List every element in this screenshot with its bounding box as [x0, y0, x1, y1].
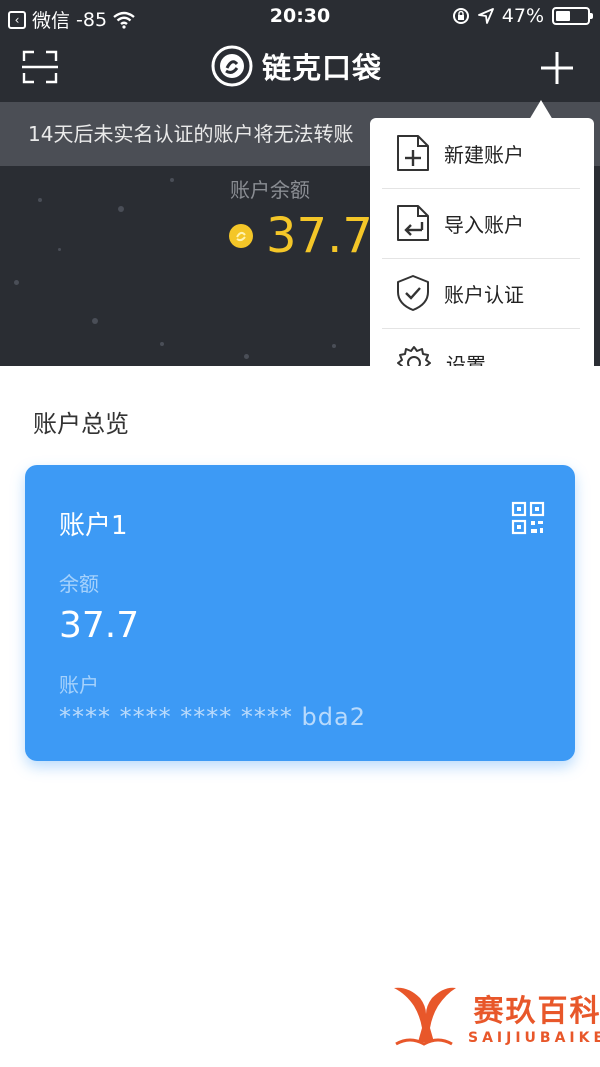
star-dot — [58, 248, 61, 251]
rotation-lock-icon — [452, 8, 469, 24]
balance-display: 37.7 — [228, 208, 373, 264]
coin-icon — [229, 224, 253, 248]
location-icon — [477, 8, 494, 24]
qr-code-icon[interactable] — [511, 501, 545, 535]
link-logo-icon — [211, 45, 253, 87]
shield-check-icon — [397, 275, 429, 311]
scan-icon[interactable] — [22, 50, 58, 84]
account-name: 账户1 — [59, 511, 128, 541]
whale-tail-logo-icon — [394, 987, 456, 1046]
battery-icon — [552, 7, 593, 25]
battery-percent: 47% — [501, 5, 544, 27]
menu-item-label: 导入账户 — [444, 212, 524, 237]
menu-item-import-account[interactable]: 导入账户 — [370, 188, 594, 258]
status-bar: ‹ 微信 -85 20:30 47% — [0, 0, 600, 34]
menu-item-label: 账户认证 — [444, 282, 524, 307]
watermark: 赛玖百科 SAIJIUBAIKE — [390, 984, 600, 1048]
watermark-en: SAIJIUBAIKE — [468, 1030, 600, 1046]
add-icon[interactable] — [538, 49, 576, 87]
menu-item-new-account[interactable]: 新建账户 — [370, 118, 594, 188]
file-add-icon — [397, 135, 429, 171]
star-dot — [92, 318, 98, 324]
overview-title: 账户总览 — [33, 410, 129, 438]
gear-icon — [397, 346, 431, 366]
star-dot — [14, 280, 19, 285]
menu-item-label: 新建账户 — [444, 142, 524, 167]
account-caption: 账户 — [59, 673, 99, 697]
nav-bar: 链克口袋 — [0, 34, 600, 102]
menu-pointer — [529, 100, 553, 120]
add-menu-dropdown: 新建账户 导入账户 账户认证 设置 — [370, 118, 594, 366]
file-import-icon — [397, 205, 429, 241]
total-balance: 37.7 — [266, 208, 373, 264]
app-logo: 链克口袋 — [210, 44, 382, 88]
star-dot — [244, 354, 249, 359]
account-balance: 37.7 — [59, 605, 140, 646]
menu-item-settings[interactable]: 设置 — [370, 328, 594, 366]
star-dot — [160, 342, 164, 346]
star-dot — [332, 344, 336, 348]
balance-caption: 余额 — [59, 572, 99, 596]
account-number: **** **** **** **** bda2 — [59, 703, 366, 731]
menu-item-verify-account[interactable]: 账户认证 — [370, 258, 594, 328]
watermark-cn: 赛玖百科 — [473, 994, 600, 1029]
app-title: 链克口袋 — [262, 51, 383, 85]
menu-item-label: 设置 — [446, 352, 486, 367]
account-card[interactable]: 账户1 余额 37.7 账户 **** **** **** **** bda2 — [25, 465, 575, 761]
star-dot — [118, 206, 124, 212]
